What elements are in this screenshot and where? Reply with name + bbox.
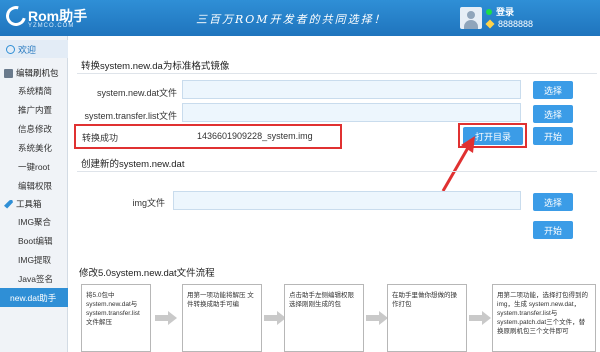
sidebar-item-system-slim[interactable]: 系统精简 (0, 81, 68, 100)
sidebar-item-system-beautify[interactable]: 系统美化 (0, 138, 68, 157)
sidebar-item-welcome[interactable]: 欢迎 (0, 40, 68, 58)
sidebar-item-label: IMG聚合 (18, 216, 52, 227)
sidebar-item-img-extract[interactable]: IMG提取 (0, 250, 68, 269)
account-number: 8888888 (485, 19, 534, 29)
sidebar-item-label: Boot编辑 (18, 235, 53, 246)
sidebar: 欢迎 编辑刷机包 系统精简 推广内置 信息修改 系统美化 一键root 编辑权限… (0, 36, 68, 352)
user-panel: 登录 8888888 (460, 2, 600, 34)
home-icon (6, 44, 15, 54)
sidebar-item-info-edit[interactable]: 信息修改 (0, 119, 68, 138)
flow-arrow-icon (366, 311, 388, 325)
convert-status-label: 转换成功 (82, 133, 119, 143)
section-divider (77, 73, 597, 74)
logo-subtext: YZMCO.COM (28, 23, 75, 29)
section-divider (77, 171, 597, 172)
sidebar-item-label: 系统美化 (18, 142, 53, 153)
sidebar-item-label: IMG提取 (18, 254, 52, 265)
sidebar-item-label: 编辑权限 (18, 180, 53, 191)
section-title-convert: 转换system.new.da为标准格式镜像 (81, 61, 230, 72)
transfer-list-label: system.transfer.list文件 (84, 111, 177, 121)
online-status-icon (486, 8, 492, 15)
account-number-value: 8888888 (498, 19, 534, 29)
flow-arrow-icon (469, 311, 491, 325)
sidebar-item-label: 一键root (18, 161, 50, 172)
package-icon (4, 68, 13, 78)
sidebar-item-new-dat-helper[interactable]: new.dat助手 (0, 288, 68, 307)
login-label: 登录 (496, 7, 515, 17)
diamond-icon (485, 19, 495, 29)
sidebar-item-label: new.dat助手 (10, 292, 57, 303)
choose-dat-button[interactable]: 选择 (533, 81, 573, 99)
login-link[interactable]: 登录 (486, 5, 514, 18)
output-image-filename: 1436601909228_system.img (197, 131, 313, 141)
sidebar-item-boot-edit[interactable]: Boot编辑 (0, 231, 68, 250)
start-create-button[interactable]: 开始 (533, 221, 573, 239)
avatar[interactable] (460, 7, 482, 29)
dat-file-input[interactable] (182, 80, 521, 99)
choose-img-button[interactable]: 选择 (533, 193, 573, 211)
section-title-flow: 修改5.0system.new.dat文件流程 (79, 268, 215, 279)
avatar-icon-body (464, 20, 478, 29)
sidebar-item-edit-permissions[interactable]: 编辑权限 (0, 176, 68, 195)
sidebar-item-java-sign[interactable]: Java签名 (0, 269, 68, 288)
transfer-list-input[interactable] (182, 103, 521, 122)
flow-step-5: 用第二项功能，选择打包得到的img，生成 system.new.dat，syst… (492, 284, 596, 352)
img-file-input[interactable] (173, 191, 521, 210)
flow-step-3: 点击助手左侧编辑权限 选择刚刚生成的包 (284, 284, 364, 352)
app-logo: Rom助手 YZMCO.COM (2, 2, 87, 32)
sidebar-item-one-click-root[interactable]: 一键root (0, 157, 68, 176)
sidebar-item-promo-builtin[interactable]: 推广内置 (0, 100, 68, 119)
sidebar-item-img-merge[interactable]: IMG聚合 (0, 212, 68, 231)
header-slogan: 三百万ROM开发者的共同选择！ (196, 13, 387, 26)
flow-step-1: 将5.0包中 system.new.dat与 system.transfer.l… (81, 284, 151, 352)
flow-arrow-icon (264, 311, 286, 325)
annotation-arrow-icon (441, 136, 475, 192)
img-file-label: img文件 (132, 198, 165, 208)
sidebar-item-label: 欢迎 (18, 44, 37, 55)
dat-file-label: system.new.dat文件 (96, 88, 177, 98)
sidebar-group-toolbox[interactable]: 工具箱 (0, 196, 68, 212)
sidebar-group-label: 工具箱 (16, 199, 42, 209)
sidebar-item-label: Java签名 (18, 273, 53, 284)
sidebar-group-label: 编辑刷机包 (16, 68, 59, 78)
app-header: Rom助手 YZMCO.COM 三百万ROM开发者的共同选择！ 登录 88888… (0, 0, 600, 36)
main-panel: 转换system.new.da为标准格式镜像 system.new.dat文件 … (69, 36, 600, 352)
sidebar-item-label: 系统精简 (18, 85, 53, 96)
wrench-icon (4, 199, 13, 209)
avatar-icon-head (467, 11, 475, 19)
flow-step-2: 用第一项功能将解压 文件转换成助手可编 (182, 284, 262, 352)
flow-arrow-icon (155, 311, 177, 325)
flow-step-4: 在助手里做你想做的操 作打包 (387, 284, 467, 352)
sidebar-item-label: 信息修改 (18, 123, 53, 134)
start-convert-button[interactable]: 开始 (533, 127, 573, 145)
sidebar-item-label: 推广内置 (18, 104, 53, 115)
choose-transfer-list-button[interactable]: 选择 (533, 105, 573, 123)
logo-icon (2, 2, 30, 30)
sidebar-group-edit-package[interactable]: 编辑刷机包 (0, 65, 68, 81)
section-title-create: 创建新的system.new.dat (81, 159, 185, 170)
